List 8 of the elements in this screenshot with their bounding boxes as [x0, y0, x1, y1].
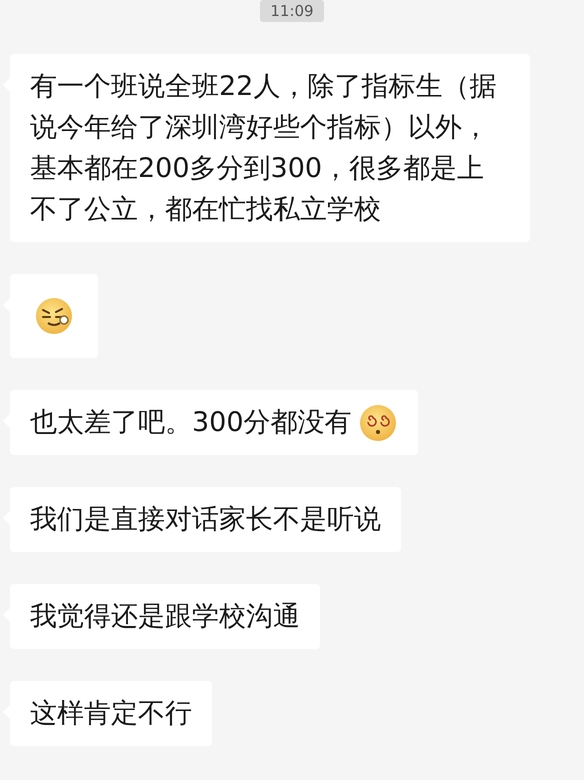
message-text: 有一个班说全班22人，除了指标生（据说今年给了深圳湾好些个指标）以外，基本都在200多分到300，很多都是上不了公立，都在忙找私立学校: [30, 70, 498, 227]
timestamp: 11:09: [260, 0, 324, 22]
message-text: 我们是直接对话家长不是听说: [30, 503, 381, 537]
message-text: 我觉得还是跟学校沟通: [30, 600, 300, 634]
dizzy-face-icon: [358, 402, 398, 442]
grinning-face-icon: [34, 296, 74, 336]
message-text: 这样肯定不行: [30, 697, 192, 731]
message-text: 也太差了吧。300分都没有: [30, 406, 352, 440]
